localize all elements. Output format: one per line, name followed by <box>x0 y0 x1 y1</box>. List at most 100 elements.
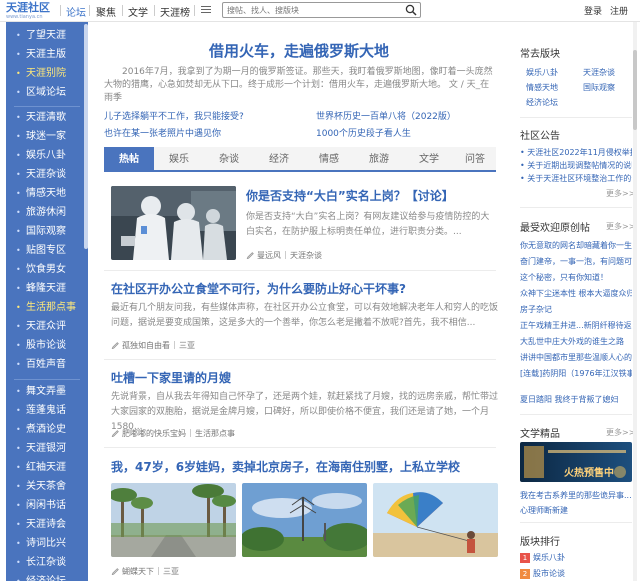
common-board-link[interactable]: 情感天地 <box>526 82 558 93</box>
popular-item[interactable]: 房子杂记 <box>520 304 632 315</box>
register-link[interactable]: 注册 <box>610 4 628 17</box>
article-board[interactable]: 生活那点事 <box>195 429 235 438</box>
article-author[interactable]: 肥嘟嘟的快乐宝妈 <box>122 429 186 438</box>
nav-divider <box>194 5 195 16</box>
literature-banner[interactable]: 火热预售中 <box>520 442 632 482</box>
popular-item[interactable]: [连载]药阴阳（1976年江汉铁事） <box>520 368 632 379</box>
popular-item[interactable]: 讲讲中国都市里那些温顺人心的... <box>520 352 632 363</box>
more-link[interactable]: 更多>> <box>606 427 635 438</box>
literature-link[interactable]: 心理师断新建 <box>520 505 632 516</box>
article-image[interactable] <box>373 483 498 557</box>
rank-item[interactable]: 1 娱乐八卦 <box>520 552 565 563</box>
menu-icon[interactable] <box>201 4 211 16</box>
notice-title: 社区公告 <box>520 131 560 142</box>
pen-icon <box>111 342 119 349</box>
nav-divider <box>154 5 155 16</box>
article-meta: 肥嘟嘟的快乐宝妈 生活那点事 <box>111 428 235 439</box>
literature-link[interactable]: 我在考古系养里的那些诡异事... <box>520 490 632 501</box>
hero-title[interactable]: 借用火车，走遍俄罗斯大地 <box>104 40 494 61</box>
tab-entertainment[interactable]: 娱乐 <box>154 147 204 172</box>
sidebar-item[interactable]: 区域论坛 <box>6 82 88 104</box>
popular-item[interactable]: 这个秘密，只有你知道！ <box>520 272 632 283</box>
sidebar-divider <box>14 379 80 380</box>
page-scrollbar[interactable] <box>633 50 637 130</box>
popular-item[interactable]: 大乱世中庄大外戏的谁生之路 <box>520 336 632 347</box>
tab-emotion[interactable]: 情感 <box>304 147 354 172</box>
logo[interactable]: 天涯社区 www.tianya.cn <box>6 2 58 21</box>
article-image[interactable] <box>242 483 367 557</box>
rank-number: 2 <box>520 569 530 579</box>
article-image[interactable] <box>111 483 236 557</box>
login-link[interactable]: 登录 <box>584 4 602 17</box>
nav-ranking[interactable]: 天涯榜 <box>160 4 190 19</box>
rank-number: 1 <box>520 553 530 563</box>
search-icon[interactable] <box>405 4 417 16</box>
article-author[interactable]: 曼远风 <box>257 251 281 260</box>
divider <box>520 522 632 523</box>
article-title[interactable]: 吐槽一下家里请的月嫂 <box>111 369 231 386</box>
pen-icon <box>246 252 254 259</box>
divider <box>520 207 632 208</box>
nav-divider <box>122 5 123 16</box>
tab-hot[interactable]: 热帖 <box>104 147 154 172</box>
common-board-link[interactable]: 国际观察 <box>583 82 615 93</box>
article-board[interactable]: 三亚 <box>179 341 195 350</box>
nav-forum[interactable]: 论坛 <box>66 4 86 19</box>
common-board-link[interactable]: 经济论坛 <box>526 97 558 108</box>
sidebar-item[interactable]: 百姓声音 <box>6 354 88 376</box>
article-title[interactable]: 在社区开办公立食堂不可行，为什么要防止好心干坏事? <box>111 280 406 297</box>
notice-item[interactable]: • 关于天涯社区环境整治工作的公告 <box>520 173 632 184</box>
article-thumbnail[interactable] <box>111 186 236 260</box>
tab-literature[interactable]: 文学 <box>404 147 454 172</box>
article-meta: 曼远风 天涯杂谈 <box>246 250 322 261</box>
more-link[interactable]: 更多>> <box>606 188 635 199</box>
search-box <box>222 2 421 18</box>
top-bar: 天涯社区 www.tianya.cn 论坛 聚焦 文学 天涯榜 登录 注册 <box>0 0 640 22</box>
article-title[interactable]: 你是否支持“大白”实名上岗？【讨论】 <box>246 187 454 204</box>
divider <box>104 270 496 271</box>
sidebar-scrollbar[interactable] <box>84 24 88 249</box>
popular-item[interactable]: 你无意取的网名却暗藏着你一生的... <box>520 240 632 251</box>
common-board-link[interactable]: 天涯杂谈 <box>583 67 615 78</box>
hero-description: 2016年7月，我拿到了为期一月的俄罗斯签证。那些天，我盯着俄罗斯地图，像盯着一… <box>104 67 493 103</box>
tab-travel[interactable]: 旅游 <box>354 147 404 172</box>
nav-divider <box>60 5 61 16</box>
common-boards-title: 常去版块 <box>520 49 560 60</box>
article-author[interactable]: 孤独如自由看 <box>122 341 170 350</box>
tab-qa[interactable]: 问答 <box>454 147 496 172</box>
quick-link[interactable]: 也许在某一张老照片中遇见你 <box>104 126 221 139</box>
search-input[interactable] <box>227 4 397 16</box>
sidebar-item[interactable]: 经济论坛 <box>6 571 88 581</box>
divider <box>104 359 496 360</box>
pen-icon <box>111 430 119 437</box>
tab-bar: 热帖 娱乐 杂谈 经济 情感 旅游 文学 问答 <box>104 147 496 172</box>
divider <box>520 117 632 118</box>
quick-link[interactable]: 儿子选择躺平不工作，我只能接受? <box>104 109 244 122</box>
rank-item[interactable]: 2 股市论谈 <box>520 568 565 579</box>
popular-title: 最受欢迎原创帖 <box>520 223 590 234</box>
quick-link[interactable]: 1000个历史段子看人生 <box>316 126 411 139</box>
popular-item[interactable]: 众神下尘迷本性 根本大逼度众归 <box>520 288 632 299</box>
nav-literature[interactable]: 文学 <box>128 4 148 19</box>
notice-item[interactable]: • 关于近期出现调整帖情况的说明 <box>520 160 632 171</box>
article-excerpt: 最近有几个朋友问我，有些媒体声称，在社区开办公立食堂，可以有效地解决老年人和穷人… <box>111 303 499 328</box>
board-ranking-title: 版块排行 <box>520 537 560 548</box>
common-board-link[interactable]: 娱乐八卦 <box>526 67 558 78</box>
article-meta: 蝴蝶天下 三亚 <box>111 566 179 577</box>
more-link[interactable]: 更多>> <box>606 221 635 232</box>
notice-item[interactable]: • 天涯社区2022年11月侵权举报 <box>520 147 632 158</box>
article-title[interactable]: 我，47岁，6岁娃妈，卖掉北京房子，在海南住别墅，上私立学校 <box>111 458 460 475</box>
popular-item[interactable]: 夏日踏阳 我终于背叛了媳妇 <box>520 394 632 405</box>
tab-economy[interactable]: 经济 <box>254 147 304 172</box>
quick-link[interactable]: 世界杯历史一百单八将（2022版） <box>316 109 456 122</box>
tab-misc[interactable]: 杂谈 <box>204 147 254 172</box>
article-board[interactable]: 天涯杂谈 <box>290 251 322 260</box>
nav-divider <box>89 5 90 16</box>
popular-item[interactable]: 正午戏精王井进...新阴纤穆待返... <box>520 320 632 331</box>
popular-item[interactable]: 奋门建帝，一事一泡，有问题可... <box>520 256 632 267</box>
nav-focus[interactable]: 聚焦 <box>96 4 116 19</box>
article-board[interactable]: 三亚 <box>163 567 179 576</box>
article-meta: 孤独如自由看 三亚 <box>111 340 195 351</box>
article-author[interactable]: 蝴蝶天下 <box>122 567 154 576</box>
divider <box>520 414 632 415</box>
